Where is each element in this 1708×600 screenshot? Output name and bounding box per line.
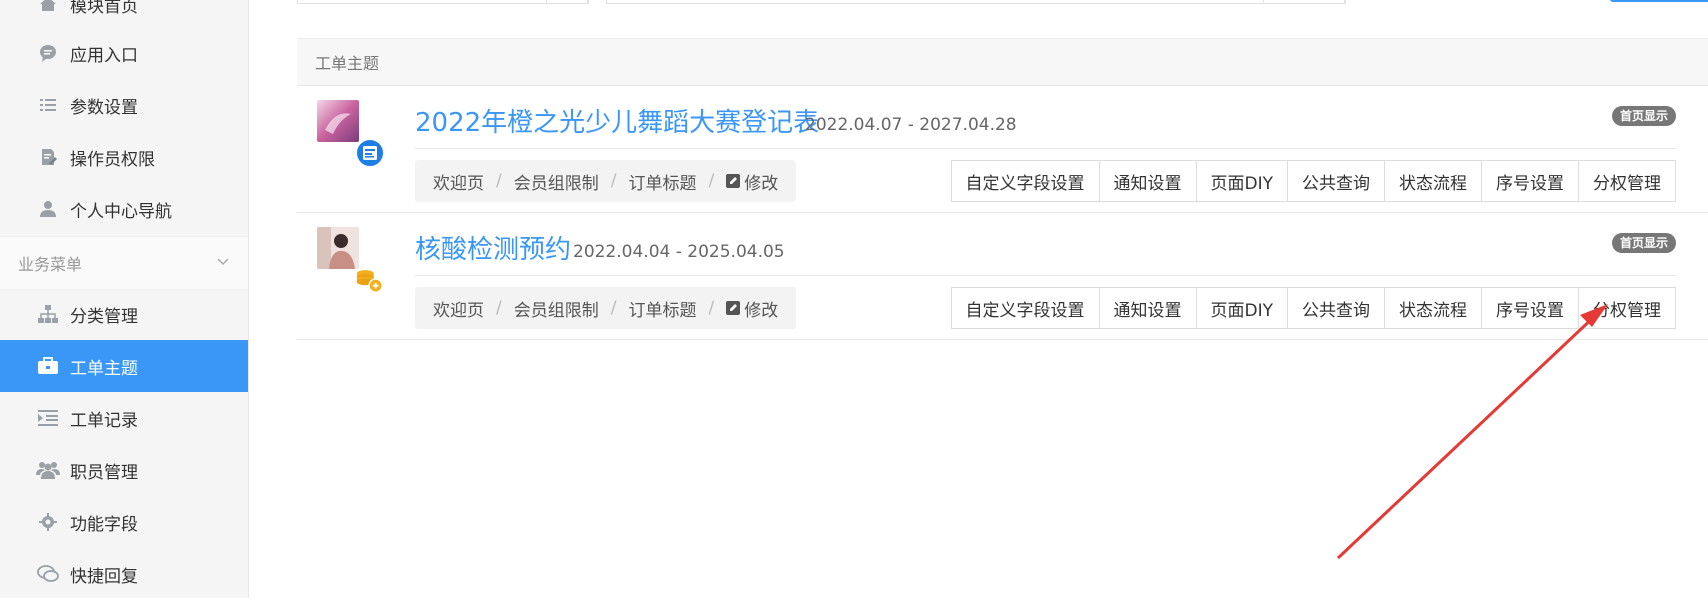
home-display-badge: 首页显示 — [1611, 106, 1676, 126]
topic-action-group: 自定义字段设置 通知设置 页面DIY 公共查询 状态流程 序号设置 分权管理 — [950, 287, 1676, 329]
sidebar-item-personal-center-nav[interactable]: 个人中心导航 — [0, 183, 248, 235]
notification-settings-button[interactable]: 通知设置 — [1098, 288, 1196, 328]
sitemap-icon — [36, 302, 60, 326]
public-query-button[interactable]: 公共查询 — [1287, 161, 1384, 201]
sidebar-item-category-management[interactable]: 分类管理 — [0, 288, 248, 340]
sidebar-item-app-entry[interactable]: 应用入口 — [0, 27, 248, 79]
row-divider — [415, 275, 1676, 276]
public-query-button[interactable]: 公共查询 — [1287, 288, 1384, 328]
sidebar-item-parameter-settings[interactable]: 参数设置 — [0, 79, 248, 131]
order-title-link[interactable]: 订单标题 — [628, 169, 696, 194]
topic-date-range: 2022.04.04 - 2025.04.05 — [573, 242, 785, 262]
sidebar-item-label: 操作员权限 — [70, 149, 155, 170]
custom-field-settings-button[interactable]: 自定义字段设置 — [951, 161, 1099, 201]
page-diy-button[interactable]: 页面DIY — [1195, 288, 1287, 328]
search-input[interactable] — [606, 0, 1346, 4]
sidebar-item-quick-reply[interactable]: 快捷回复 — [0, 548, 248, 600]
form-badge-icon — [355, 138, 385, 168]
notification-settings-button[interactable]: 通知设置 — [1098, 161, 1196, 201]
home-icon — [36, 0, 60, 16]
topic-row: 2022年橙之光少儿舞蹈大赛登记表 2022.04.07 - 2027.04.2… — [297, 86, 1708, 213]
serial-number-settings-button[interactable]: 序号设置 — [1481, 161, 1578, 201]
list-icon — [36, 93, 60, 117]
status-flow-button[interactable]: 状态流程 — [1384, 288, 1481, 328]
topic-title[interactable]: 核酸检测预约 — [415, 229, 571, 266]
sidebar-item-label: 应用入口 — [70, 45, 138, 66]
home-display-badge: 首页显示 — [1611, 233, 1676, 253]
sidebar-group-business-menu[interactable]: 业务菜单 — [0, 236, 248, 290]
topic-row: 核酸检测预约 2022.04.04 - 2025.04.05 首页显示 欢迎页 … — [297, 213, 1708, 340]
page-diy-button[interactable]: 页面DIY — [1195, 161, 1287, 201]
sidebar-item-ticket-topics[interactable]: 工单主题 — [0, 340, 248, 392]
topic-thumbnail[interactable] — [317, 100, 359, 142]
sidebar-item-label: 工单主题 — [70, 358, 138, 379]
chevron-down-icon — [216, 253, 230, 272]
search-input-addon[interactable] — [1263, 0, 1345, 4]
document-edit-icon — [36, 145, 60, 169]
sidebar-item-label: 模块首页 — [70, 0, 138, 17]
member-group-limit-link[interactable]: 会员组限制 — [514, 296, 599, 321]
edit-icon — [726, 174, 741, 188]
filter-select-toggle[interactable] — [546, 0, 588, 4]
topic-title[interactable]: 2022年橙之光少儿舞蹈大赛登记表 — [415, 102, 819, 139]
sidebar-item-label: 个人中心导航 — [70, 201, 172, 222]
gear-icon — [36, 510, 60, 534]
topic-quick-links: 欢迎页 / 会员组限制 / 订单标题 / 修改 — [415, 160, 797, 202]
sidebar-group-label: 业务菜单 — [18, 255, 83, 274]
panel-header: 工单主题 — [297, 38, 1708, 86]
sidebar: 模块首页 应用入口 参数设置 操作员权限 个人中心导航 业务菜单 分类管理 工单… — [0, 0, 249, 598]
indent-list-icon — [36, 406, 60, 430]
topic-action-group: 自定义字段设置 通知设置 页面DIY 公共查询 状态流程 序号设置 分权管理 — [950, 160, 1676, 202]
welcome-page-link[interactable]: 欢迎页 — [433, 296, 484, 321]
edit-link[interactable]: 修改 — [726, 296, 778, 321]
chat-bubble-icon — [36, 41, 60, 65]
sidebar-item-label: 职员管理 — [70, 462, 138, 483]
order-title-link[interactable]: 订单标题 — [628, 296, 696, 321]
sidebar-item-label: 功能字段 — [70, 514, 138, 535]
coins-badge-icon — [355, 265, 385, 295]
sidebar-item-staff-management[interactable]: 职员管理 — [0, 444, 248, 496]
topic-quick-links: 欢迎页 / 会员组限制 / 订单标题 / 修改 — [415, 287, 797, 329]
briefcase-icon — [36, 354, 60, 378]
sidebar-item-function-fields[interactable]: 功能字段 — [0, 496, 248, 548]
primary-action-button[interactable] — [1610, 0, 1708, 2]
sidebar-item-label: 参数设置 — [70, 97, 138, 118]
permission-management-button[interactable]: 分权管理 — [1578, 288, 1675, 328]
member-group-limit-link[interactable]: 会员组限制 — [514, 169, 599, 194]
sidebar-item-label: 分类管理 — [70, 306, 138, 327]
serial-number-settings-button[interactable]: 序号设置 — [1481, 288, 1578, 328]
sidebar-item-module-home[interactable]: 模块首页 — [0, 0, 248, 30]
user-icon — [36, 197, 60, 221]
welcome-page-link[interactable]: 欢迎页 — [433, 169, 484, 194]
topic-thumbnail[interactable] — [317, 227, 359, 269]
sidebar-item-ticket-records[interactable]: 工单记录 — [0, 392, 248, 444]
topic-date-range: 2022.04.07 - 2027.04.28 — [805, 115, 1017, 135]
row-divider — [415, 148, 1676, 149]
edit-label: 修改 — [744, 300, 779, 321]
sidebar-item-label: 快捷回复 — [70, 566, 138, 587]
custom-field-settings-button[interactable]: 自定义字段设置 — [951, 288, 1099, 328]
users-icon — [36, 458, 60, 482]
edit-label: 修改 — [744, 173, 779, 194]
status-flow-button[interactable]: 状态流程 — [1384, 161, 1481, 201]
panel-title: 工单主题 — [315, 54, 380, 73]
permission-management-button[interactable]: 分权管理 — [1578, 161, 1675, 201]
edit-link[interactable]: 修改 — [726, 169, 778, 194]
edit-icon — [726, 301, 741, 315]
sidebar-item-operator-permissions[interactable]: 操作员权限 — [0, 131, 248, 183]
comments-icon — [36, 562, 60, 586]
sidebar-item-label: 工单记录 — [70, 410, 138, 431]
